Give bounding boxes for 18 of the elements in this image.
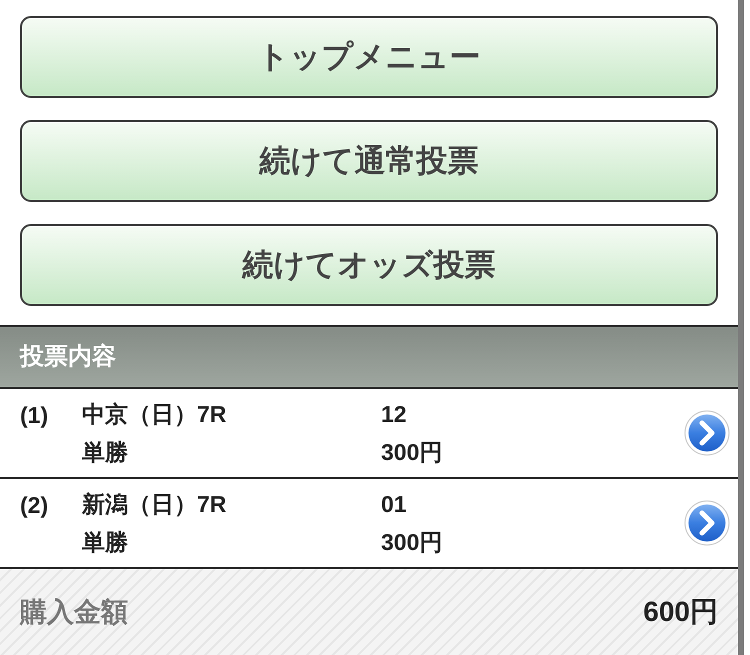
menu-button[interactable]: 続けて通常投票: [20, 120, 718, 202]
bet-type: 単勝: [82, 528, 129, 557]
menu-button[interactable]: トップメニュー: [20, 16, 718, 98]
selection-number: 01: [381, 490, 408, 519]
total-label: 購入金額: [20, 596, 128, 629]
bet-amount: 300円: [381, 528, 444, 557]
bet-number: (2): [20, 491, 50, 520]
selection-number: 12: [381, 400, 408, 429]
section-title: 投票内容: [20, 342, 116, 372]
total-amount: 600円: [643, 595, 718, 629]
bet-amount: 300円: [381, 438, 444, 467]
chevron-right-icon[interactable]: [684, 500, 730, 546]
race-name: 新潟（日）7R: [82, 490, 228, 519]
race-name: 中京（日）7R: [82, 400, 228, 429]
bet-type: 単勝: [82, 438, 129, 467]
menu-button[interactable]: 続けてオッズ投票: [20, 224, 718, 306]
bet-number: (1): [20, 401, 50, 430]
chevron-right-icon[interactable]: [684, 410, 730, 456]
